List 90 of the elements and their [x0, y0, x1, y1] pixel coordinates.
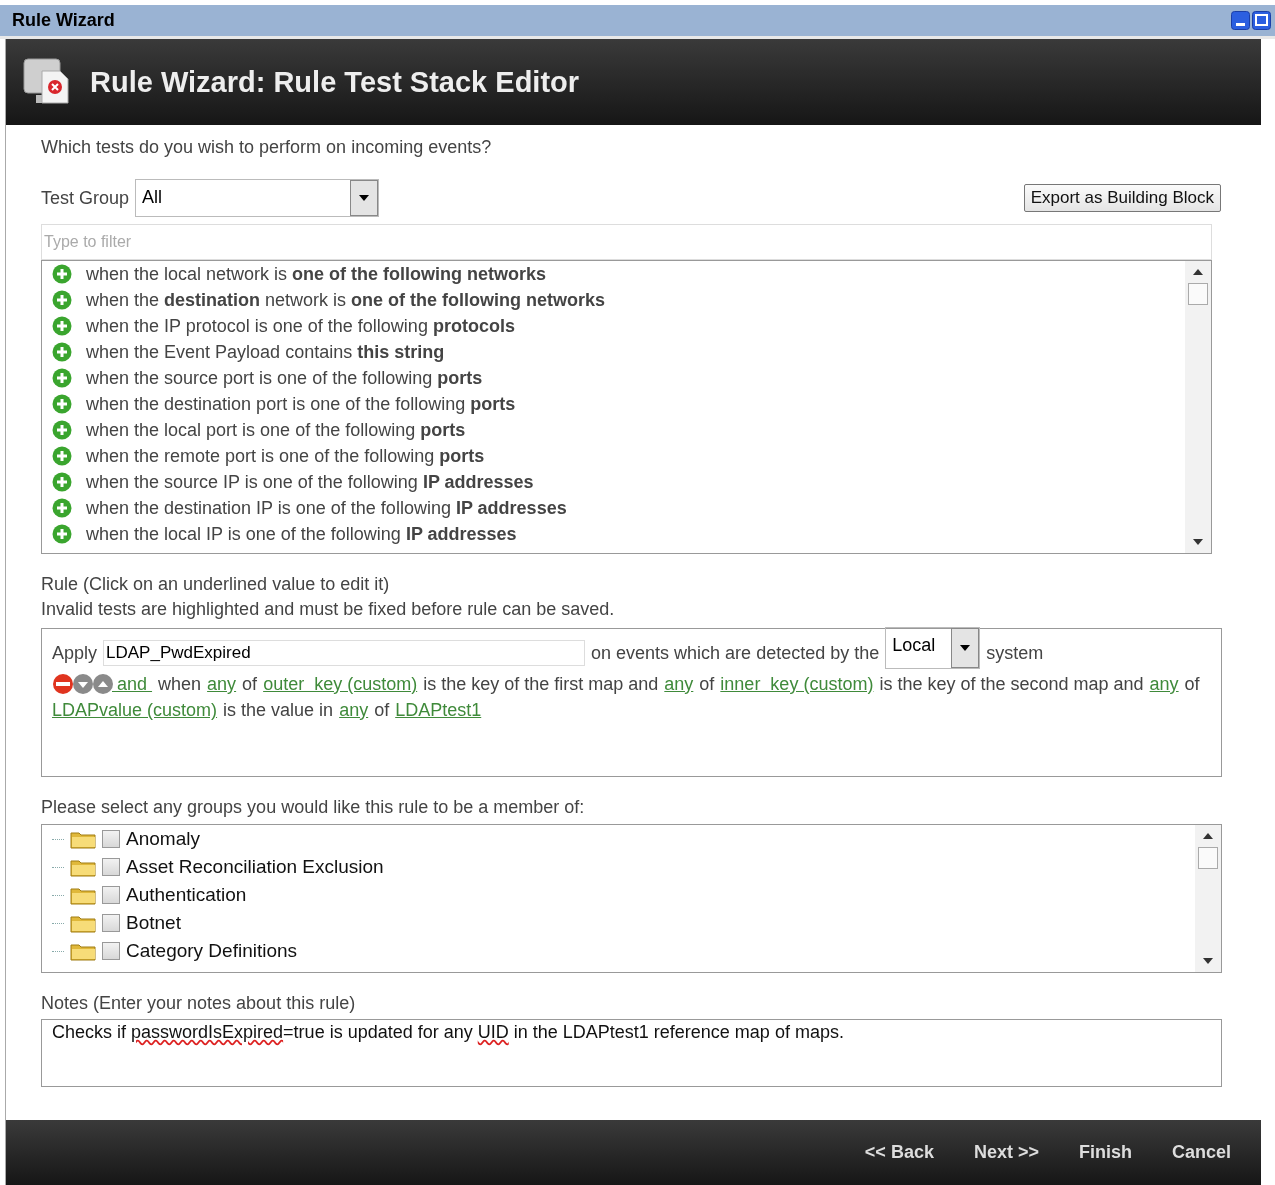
filter-field[interactable]: Type to filter — [41, 224, 1212, 260]
rule-hint: Invalid tests are highlighted and must be fixed before rule can be saved. — [41, 598, 616, 621]
test-item[interactable]: when the Event Payload contains this string — [86, 341, 445, 363]
folder-icon — [70, 941, 96, 961]
rule-link[interactable]: any — [207, 673, 237, 695]
folder-icon — [70, 857, 96, 877]
group-label[interactable]: Anomaly — [126, 828, 200, 850]
scrollbar[interactable] — [1195, 825, 1221, 972]
rule-text: is the value in — [223, 699, 334, 721]
groups-label: Please select any groups you would like this rule to be a member of: — [41, 797, 586, 818]
rule-text: of — [242, 673, 258, 695]
test-item[interactable]: when the source IP is one of the following IP addresses — [86, 471, 534, 493]
scroll-up-icon[interactable] — [1193, 269, 1203, 275]
test-item[interactable]: when the destination network is one of the following networks — [86, 289, 606, 311]
footer-button[interactable]: Cancel — [1161, 1138, 1241, 1167]
add-icon[interactable] — [52, 368, 72, 388]
test-item[interactable]: when the IP protocol is one of the following protocols — [86, 315, 515, 337]
rule-link[interactable]: outer key (custom) — [263, 673, 418, 695]
maximize-icon[interactable] — [1252, 11, 1271, 30]
move-down-icon[interactable] — [72, 674, 94, 694]
footer-button[interactable]: Finish — [1068, 1138, 1142, 1167]
add-icon[interactable] — [52, 472, 72, 492]
add-icon[interactable] — [52, 342, 72, 362]
folder-icon — [70, 829, 96, 849]
scroll-up-icon[interactable] — [1203, 833, 1213, 839]
rule-text: when — [158, 673, 202, 695]
group-checkbox[interactable] — [102, 886, 120, 904]
test-group-dropdown[interactable]: All — [135, 179, 380, 217]
rule-text: is the key of the second map and — [879, 673, 1144, 695]
events-text: on events which are detected by the — [591, 642, 880, 664]
dialog-title: Rule Wizard: Rule Test Stack Editor — [90, 65, 580, 99]
rule-name-field[interactable]: LDAP_PwdExpired — [103, 640, 586, 666]
folder-icon — [70, 913, 96, 933]
rule-link[interactable]: LDAPtest1 — [395, 699, 482, 721]
remove-icon[interactable] — [52, 674, 74, 694]
test-item[interactable]: when the source port is one of the following ports — [86, 367, 483, 389]
test-item[interactable]: when the destination port is one of the following ports — [86, 393, 516, 415]
add-icon[interactable] — [52, 498, 72, 518]
rule-hint: Rule (Click on an underlined value to edit it) — [41, 573, 391, 596]
system-text: system — [986, 642, 1044, 664]
footer-button[interactable]: Next >> — [963, 1138, 1049, 1167]
system-dropdown[interactable]: Local — [885, 627, 981, 669]
scroll-down-icon[interactable] — [1203, 958, 1213, 964]
rule-link[interactable]: inner key (custom) — [720, 673, 874, 695]
add-icon[interactable] — [52, 316, 72, 336]
export-button[interactable]: Export as Building Block — [1023, 184, 1221, 212]
window-title: Rule Wizard — [12, 10, 115, 31]
scrollbar[interactable] — [1185, 261, 1211, 553]
rule-link[interactable]: LDAPvalue (custom) — [52, 699, 218, 721]
scroll-thumb[interactable] — [1188, 283, 1208, 305]
test-item[interactable]: when the destination IP is one of the following IP addresses — [86, 497, 567, 519]
group-checkbox[interactable] — [102, 830, 120, 848]
move-up-icon[interactable] — [92, 674, 114, 694]
add-icon[interactable] — [52, 524, 72, 544]
footer-button[interactable]: << Back — [854, 1138, 944, 1167]
test-item[interactable]: when the local port is one of the following ports — [86, 419, 466, 441]
question-text: Which tests do you wish to perform on incoming events? — [41, 137, 493, 158]
group-checkbox[interactable] — [102, 858, 120, 876]
rule-link[interactable]: and — [112, 673, 153, 695]
add-icon[interactable] — [52, 446, 72, 466]
test-item[interactable]: when the local network is one of the following networks — [86, 263, 547, 285]
group-checkbox[interactable] — [102, 914, 120, 932]
notes-field[interactable]: Checks if passwordIsExpired=true is updated for any UID in the LDAPtest1 reference map of maps. — [41, 1019, 1222, 1087]
group-label[interactable]: Category Definitions — [126, 940, 298, 962]
notes-label: Notes (Enter your notes about this rule) — [41, 993, 357, 1014]
add-icon[interactable] — [52, 264, 72, 284]
scroll-thumb[interactable] — [1198, 847, 1218, 869]
group-label[interactable]: Asset Reconciliation Exclusion — [126, 856, 384, 878]
group-checkbox[interactable] — [102, 942, 120, 960]
rule-text: of — [699, 673, 715, 695]
folder-icon — [70, 885, 96, 905]
rule-link[interactable]: any — [664, 673, 694, 695]
add-icon[interactable] — [52, 420, 72, 440]
caret-icon — [359, 195, 370, 201]
minimize-icon[interactable] — [1231, 11, 1250, 30]
rule-text: is the key of the first map and — [423, 673, 659, 695]
group-label[interactable]: Authentication — [126, 884, 247, 906]
caret-icon — [960, 645, 971, 651]
rule-text: of — [1184, 673, 1200, 695]
rule-link[interactable]: any — [339, 699, 369, 721]
add-icon[interactable] — [52, 394, 72, 414]
scroll-down-icon[interactable] — [1193, 539, 1203, 545]
rule-link[interactable]: any — [1149, 673, 1179, 695]
test-item[interactable]: when the remote port is one of the following ports — [86, 445, 485, 467]
test-item[interactable]: when the local IP is one of the following IP addresses — [86, 523, 517, 545]
test-group-label: Test Group — [41, 187, 130, 209]
rule-text: of — [374, 699, 390, 721]
group-label[interactable]: Botnet — [126, 912, 181, 934]
apply-label: Apply — [52, 642, 98, 664]
add-icon[interactable] — [52, 290, 72, 310]
